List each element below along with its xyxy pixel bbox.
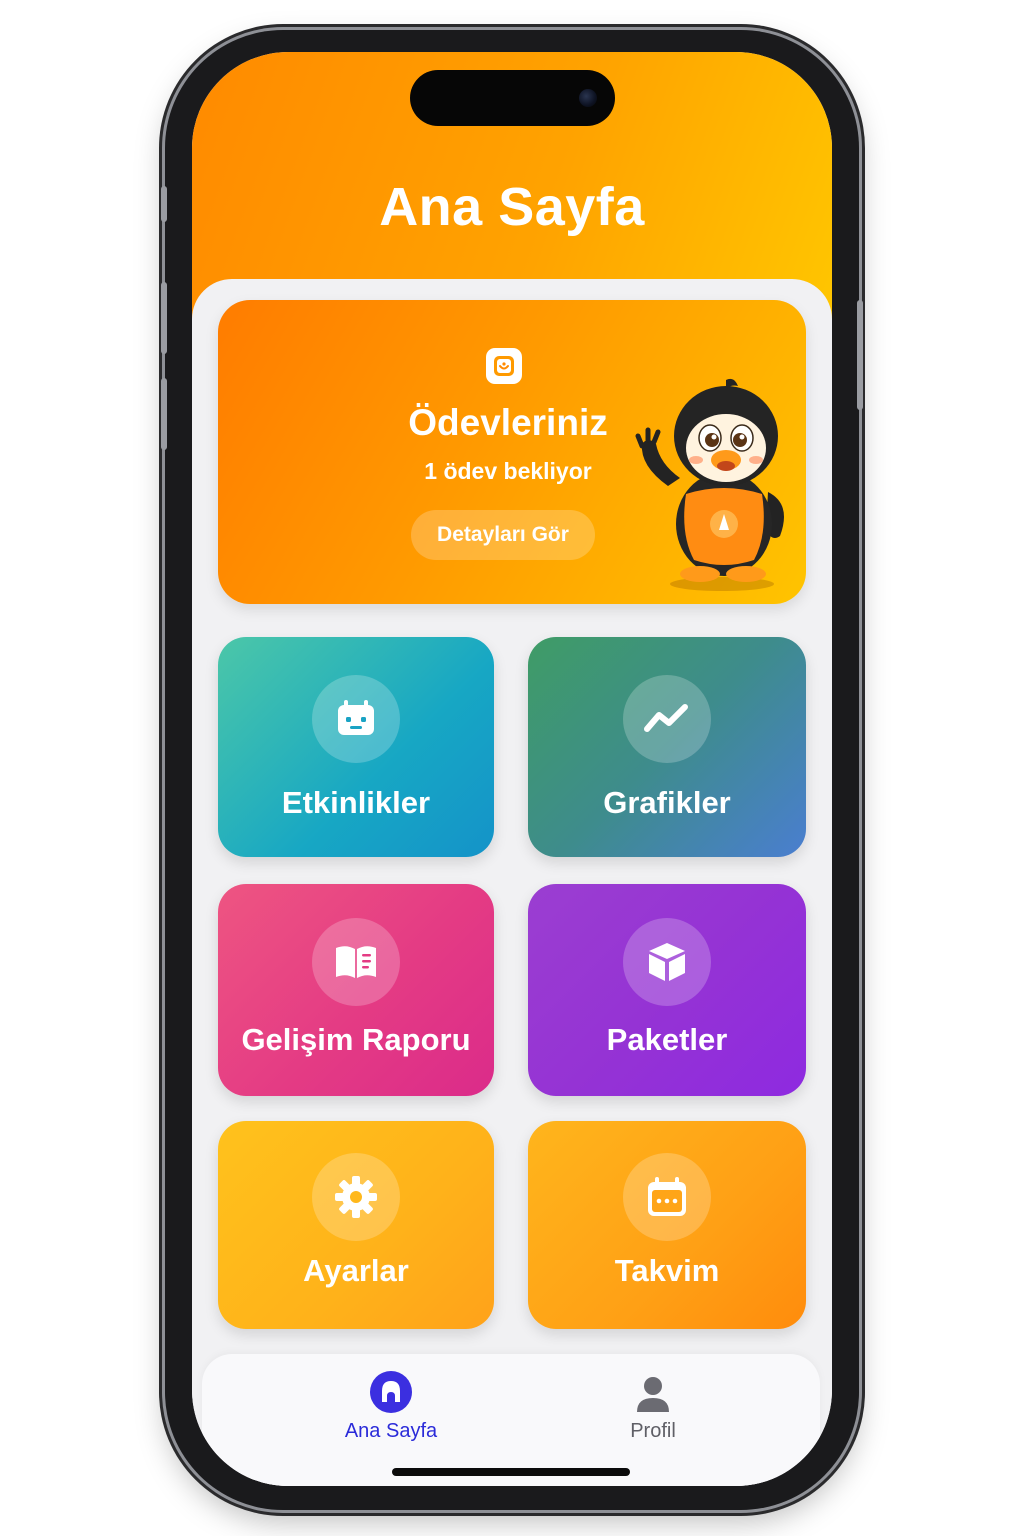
tab-bar: Ana Sayfa Profil (202, 1354, 820, 1486)
tab-home[interactable]: Ana Sayfa (291, 1370, 491, 1450)
tile-label: Grafikler (603, 785, 731, 820)
open-book-icon (312, 918, 400, 1006)
home-icon (370, 1371, 412, 1413)
tab-profile[interactable]: Profil (553, 1370, 753, 1450)
tile-label: Etkinlikler (281, 785, 431, 820)
penguin-mascot (635, 378, 784, 591)
trend-chart-icon (623, 675, 711, 763)
gear-icon (312, 1153, 400, 1241)
package-box-icon (623, 918, 711, 1006)
home-indicator (392, 1468, 630, 1476)
camera-icon (579, 89, 597, 107)
power-button (857, 300, 863, 410)
profile-icon (637, 1377, 669, 1412)
app-screen: Ana Sayfa Ödevleriniz 1 ödev bekliyor De… (192, 52, 832, 1486)
tile-grafikler[interactable]: Grafikler (528, 637, 806, 857)
activity-calendar-icon (312, 675, 400, 763)
page-title: Ana Sayfa (379, 177, 645, 237)
tile-label: Ayarlar (303, 1253, 409, 1288)
tile-gelisim-raporu[interactable]: Gelişim Raporu (218, 884, 494, 1096)
action-button (161, 186, 167, 222)
dynamic-island (410, 70, 615, 126)
tile-etkinlikler[interactable]: Etkinlikler (218, 637, 494, 857)
volume-up-button (161, 282, 167, 354)
tile-label: Takvim (614, 1253, 720, 1288)
tile-takvim[interactable]: Takvim (528, 1121, 806, 1329)
tile-paketler[interactable]: Paketler (528, 884, 806, 1096)
tile-label: Gelişim Raporu (241, 1022, 471, 1057)
tab-profile-label: Profil (630, 1420, 676, 1442)
homework-badge-icon (486, 348, 522, 384)
tile-ayarlar[interactable]: Ayarlar (218, 1121, 494, 1329)
view-details-button[interactable]: Detayları Gör (411, 510, 595, 560)
tab-home-label: Ana Sayfa (344, 1420, 438, 1442)
volume-down-button (161, 378, 167, 450)
tile-label: Paketler (606, 1022, 728, 1057)
calendar-icon (623, 1153, 711, 1241)
homework-card[interactable]: Ödevleriniz 1 ödev bekliyor Detayları Gö… (218, 300, 806, 604)
